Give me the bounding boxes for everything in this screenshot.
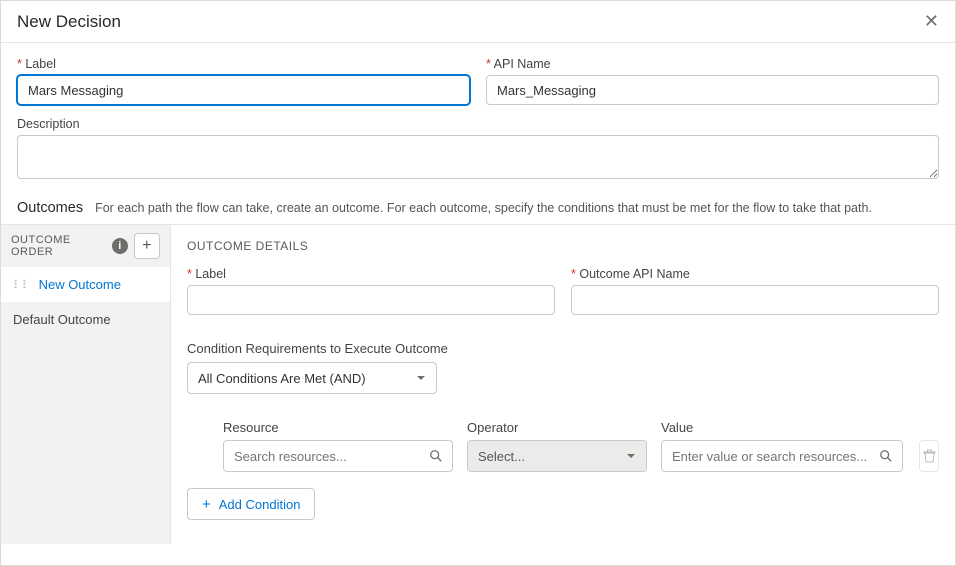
info-icon[interactable]: i xyxy=(112,238,128,254)
outcomes-header-strip: Outcomes For each path the flow can take… xyxy=(1,190,955,225)
resource-input[interactable] xyxy=(223,440,453,472)
resource-label: Resource xyxy=(223,420,453,435)
outcome-api-name-input[interactable] xyxy=(571,285,939,315)
close-icon[interactable]: ✕ xyxy=(924,11,939,32)
trash-icon xyxy=(923,449,936,463)
modal-body: OUTCOME ORDER i + ⠇⠇ New Outcome Default… xyxy=(1,225,955,544)
value-input[interactable] xyxy=(661,440,903,472)
search-icon xyxy=(879,449,893,463)
new-decision-modal: New Decision ✕ Label API Name Descriptio… xyxy=(0,0,956,566)
sidebar-item-label: New Outcome xyxy=(39,277,121,292)
operator-select[interactable]: Select... xyxy=(467,440,647,472)
modal-title: New Decision xyxy=(17,12,121,32)
condition-requirements-select[interactable]: All Conditions Are Met (AND) xyxy=(187,362,437,394)
outcome-order-text-2: ORDER xyxy=(11,246,53,258)
label-input[interactable] xyxy=(17,75,470,105)
modal-header: New Decision ✕ xyxy=(1,1,955,43)
add-condition-button[interactable]: + Add Condition xyxy=(187,488,315,520)
outcomes-title: Outcomes xyxy=(17,200,83,216)
outcome-details-panel: OUTCOME DETAILS Label Outcome API Name C… xyxy=(171,225,955,544)
add-outcome-button[interactable]: + xyxy=(134,233,160,259)
condition-requirements-value: All Conditions Are Met (AND) xyxy=(198,371,366,386)
condition-row: Resource Operator Select... xyxy=(187,420,939,472)
operator-placeholder: Select... xyxy=(478,449,525,464)
outcome-order-text-1: OUTCOME xyxy=(11,234,71,246)
sidebar-item-new-outcome[interactable]: ⠇⠇ New Outcome xyxy=(1,267,170,302)
description-label: Description xyxy=(17,117,939,131)
outcome-order-header: OUTCOME ORDER i + xyxy=(1,225,170,267)
api-name-label: API Name xyxy=(486,57,939,71)
outcome-api-name-label: Outcome API Name xyxy=(571,267,939,281)
sidebar-item-label: Default Outcome xyxy=(13,312,111,327)
operator-label: Operator xyxy=(467,420,647,435)
search-icon xyxy=(429,449,443,463)
label-field-label: Label xyxy=(17,57,470,71)
drag-handle-icon[interactable]: ⠇⠇ xyxy=(13,279,31,291)
delete-condition-button[interactable] xyxy=(919,440,939,472)
api-name-input[interactable] xyxy=(486,75,939,105)
chevron-down-icon xyxy=(626,451,636,461)
top-form: Label API Name Description xyxy=(1,43,955,190)
outcome-label-label: Label xyxy=(187,267,555,281)
value-label: Value xyxy=(661,420,903,435)
outcome-label-input[interactable] xyxy=(187,285,555,315)
description-textarea[interactable] xyxy=(17,135,939,179)
outcome-details-title: OUTCOME DETAILS xyxy=(187,239,939,253)
outcome-sidebar: OUTCOME ORDER i + ⠇⠇ New Outcome Default… xyxy=(1,225,171,544)
condition-requirements-label: Condition Requirements to Execute Outcom… xyxy=(187,341,939,356)
chevron-down-icon xyxy=(416,373,426,383)
outcomes-help-text: For each path the flow can take, create … xyxy=(95,201,872,215)
add-condition-label: Add Condition xyxy=(219,497,301,512)
sidebar-item-default-outcome[interactable]: Default Outcome xyxy=(1,302,170,337)
plus-icon: + xyxy=(202,496,211,513)
